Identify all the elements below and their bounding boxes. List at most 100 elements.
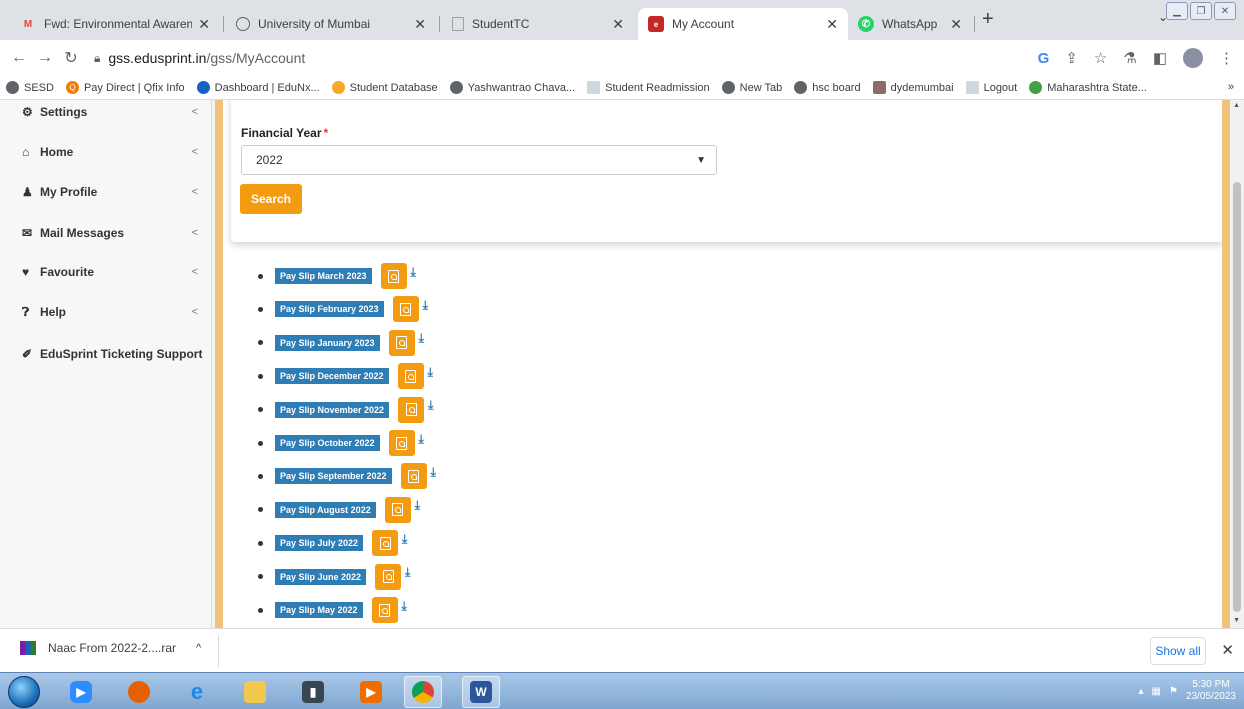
tab-studenttc[interactable]: StudentTC ✕ <box>442 8 634 40</box>
tab-university[interactable]: University of Mumbai ✕ <box>226 8 436 40</box>
download-icon[interactable]: ⤓ <box>402 599 407 614</box>
sidebar-item-favourite[interactable]: ♥ Favourite < <box>0 252 212 292</box>
bookmark-item[interactable]: Dashboard | EduNx... <box>196 81 320 94</box>
view-pdf-button[interactable] <box>398 396 425 423</box>
chevron-left-icon: < <box>191 186 198 198</box>
start-button[interactable] <box>8 676 40 708</box>
sidebar-item-home[interactable]: ⌂ Home < <box>0 132 212 172</box>
scroll-up-icon[interactable]: ▲ <box>1233 102 1240 109</box>
view-pdf-button[interactable] <box>388 329 415 356</box>
view-pdf-button[interactable] <box>397 363 424 390</box>
network-icon[interactable]: ▦ <box>1152 686 1161 697</box>
globe-icon <box>6 81 19 94</box>
view-pdf-button[interactable] <box>372 530 399 557</box>
view-pdf-button[interactable] <box>384 496 411 523</box>
globe-icon <box>449 81 463 94</box>
download-icon[interactable]: ⤓ <box>428 398 433 413</box>
scroll-down-icon[interactable]: ▼ <box>1233 617 1240 624</box>
more-bookmarks-icon[interactable]: » <box>1228 81 1234 93</box>
sidebar-item-ticketing-support[interactable]: ✐ EduSprint Ticketing Support <box>0 334 212 374</box>
db-icon <box>331 81 345 94</box>
download-icon[interactable]: ⤓ <box>431 465 436 480</box>
bookmark-item[interactable]: Student Database <box>331 81 438 94</box>
close-icon[interactable]: ✕ <box>826 16 838 33</box>
minimize-button[interactable]: ▁ <box>1166 2 1188 20</box>
taskbar-word[interactable]: W <box>462 676 500 708</box>
download-icon[interactable]: ⤓ <box>405 565 410 580</box>
close-icon[interactable]: ✕ <box>1221 641 1234 659</box>
financial-year-select[interactable]: 2022 ▼ <box>241 145 717 175</box>
bullet <box>258 540 263 546</box>
tray-expand-icon[interactable]: ▴ <box>1138 686 1143 697</box>
tab-my-account[interactable]: e My Account ✕ <box>638 8 848 40</box>
close-icon[interactable]: ✕ <box>950 16 962 33</box>
download-icon[interactable]: ⤓ <box>411 265 416 280</box>
back-arrow-icon[interactable]: ← <box>6 49 32 67</box>
share-icon[interactable]: ⇪ <box>1065 49 1078 67</box>
bookmark-item[interactable]: SESD <box>6 81 54 94</box>
extensions-icon[interactable]: ⚗ <box>1123 49 1136 67</box>
chevron-up-icon[interactable]: ^ <box>196 642 201 654</box>
flag-icon[interactable]: ⚑ <box>1169 686 1178 697</box>
bookmark-item[interactable]: Logout <box>965 81 1017 94</box>
bullet <box>258 373 263 379</box>
view-pdf-button[interactable] <box>371 597 398 623</box>
download-icon[interactable]: ⤓ <box>415 498 420 513</box>
bookmark-item[interactable]: dydemumbai <box>872 81 954 94</box>
bookmark-item[interactable]: New Tab <box>721 81 782 94</box>
reload-icon[interactable]: ↻ <box>58 48 84 68</box>
bookmark-item[interactable]: Q Pay Direct | Qfix Info <box>65 81 185 94</box>
bullet <box>258 507 263 513</box>
sidebar-item-help[interactable]: ❓︎ Help < <box>0 292 212 332</box>
close-window-button[interactable]: ✕ <box>1214 2 1236 20</box>
clock[interactable]: 5:30 PM 23/05/2023 <box>1186 679 1236 703</box>
star-icon[interactable]: ☆ <box>1094 49 1107 67</box>
forward-arrow-icon[interactable]: → <box>32 49 58 67</box>
tab-whatsapp[interactable]: ✆ WhatsApp ✕ <box>848 8 972 40</box>
omnibox[interactable]: 🔒︎ gss.edusprint.in/gss/MyAccount <box>94 44 914 72</box>
taskbar-media[interactable]: ▮ <box>294 676 332 708</box>
tab-gmail[interactable]: M Fwd: Environmental Awareness ✕ <box>10 8 220 40</box>
download-icon[interactable]: ⤓ <box>423 298 428 313</box>
view-pdf-button[interactable] <box>392 296 419 323</box>
close-icon[interactable]: ✕ <box>612 16 624 33</box>
profile-avatar-icon[interactable] <box>1183 48 1203 68</box>
payslip-item: Pay Slip December 2022 ⤓ <box>258 362 433 390</box>
close-icon[interactable]: ✕ <box>414 16 426 33</box>
restore-button[interactable]: ❐ <box>1190 2 1212 20</box>
download-icon[interactable]: ⤓ <box>402 532 407 547</box>
taskbar-firefox[interactable] <box>120 676 158 708</box>
view-pdf-button[interactable] <box>388 430 415 456</box>
sidebar-item-my-profile[interactable]: ♟ My Profile < <box>0 172 212 212</box>
menu-kebab-icon[interactable]: ⋮ <box>1219 49 1234 67</box>
sidebar-item-label: My Profile <box>40 185 98 199</box>
download-item[interactable]: Naac From 2022-2....rar ^ <box>20 641 201 655</box>
show-all-button[interactable]: Show all <box>1150 637 1206 665</box>
taskbar-explorer[interactable] <box>236 676 274 708</box>
new-tab-button[interactable]: + <box>982 8 994 31</box>
view-pdf-button[interactable] <box>380 263 407 289</box>
google-icon[interactable]: G <box>1038 50 1050 67</box>
taskbar-ie[interactable]: e <box>178 676 216 708</box>
bookmark-item[interactable]: Maharashtra State... <box>1029 81 1147 94</box>
sidebar-item-settings[interactable]: ⚙ Settings < <box>0 100 212 132</box>
bookmark-item[interactable]: Student Readmission <box>587 81 710 94</box>
taskbar-chrome[interactable] <box>404 676 442 708</box>
download-icon[interactable]: ⤓ <box>419 432 424 447</box>
bookmark-item[interactable]: hsc board <box>794 81 861 94</box>
scroll-thumb[interactable] <box>1233 182 1241 612</box>
side-panel-icon[interactable]: ◧ <box>1153 49 1167 67</box>
view-pdf-button[interactable] <box>375 563 402 590</box>
taskbar-player[interactable]: ▶ <box>352 676 390 708</box>
download-file-name: Naac From 2022-2....rar <box>48 641 177 655</box>
page-icon <box>587 81 601 94</box>
download-icon[interactable]: ⤓ <box>419 331 424 346</box>
bookmark-item[interactable]: Yashwantrao Chava... <box>449 81 575 94</box>
sidebar-item-mail-messages[interactable]: ✉ Mail Messages < <box>0 213 212 253</box>
download-icon[interactable]: ⤓ <box>428 365 433 380</box>
view-pdf-button[interactable] <box>400 463 427 490</box>
page-scrollbar[interactable]: ▲ ▼ <box>1230 100 1244 628</box>
taskbar-zoom[interactable]: ▶ <box>62 676 100 708</box>
close-icon[interactable]: ✕ <box>198 16 210 33</box>
search-button[interactable]: Search <box>240 184 302 214</box>
